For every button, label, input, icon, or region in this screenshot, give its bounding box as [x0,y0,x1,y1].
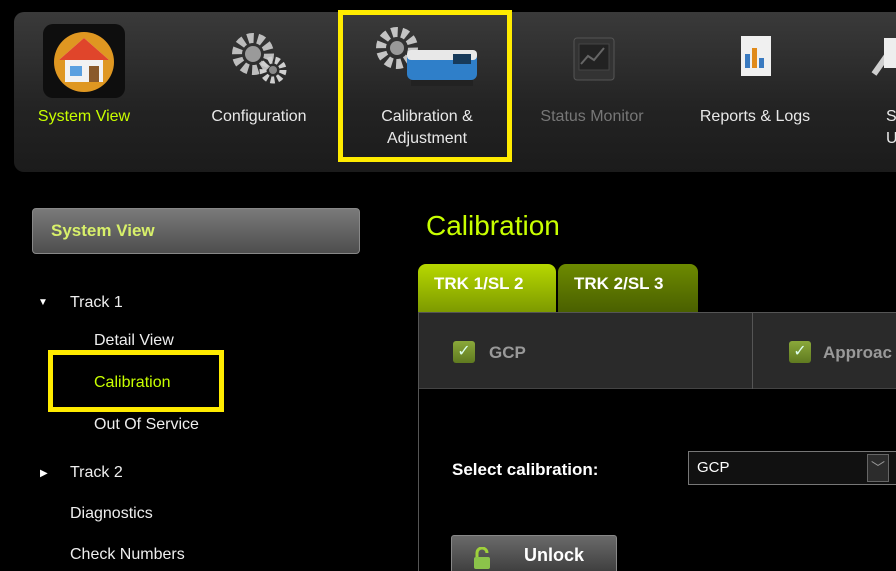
toolbar-label: Status Monitor [540,108,644,125]
page-title: Calibration [426,210,560,241]
toolbar-label: Reports & Logs [699,108,811,125]
unlock-label: Unlock [524,545,585,565]
toolbar-software-update[interactable]: Sof Up [844,12,896,172]
calibration-select[interactable]: GCP ﹀ [688,451,896,485]
gcp-checkbox[interactable]: ✓ [453,341,475,363]
tree-item-track-1[interactable]: Track 1 [70,294,123,312]
toolbar-label: Sof Up [886,108,896,147]
tree-item-track-2[interactable]: Track 2 [70,464,123,482]
chevron-down-icon[interactable]: ﹀ [867,454,889,482]
wrench-icon [864,24,896,92]
toolbar-system-view[interactable]: System View [14,12,154,172]
lock-icon [472,544,492,569]
select-calibration-label: Select calibration: [452,460,599,479]
unlock-button[interactable]: Unlock [451,535,617,571]
monitor-icon [552,24,632,92]
approach-checkbox-label: Approac [823,343,892,362]
expanded-arrow-icon[interactable]: ▼ [38,297,48,308]
gears-icon [219,24,299,92]
report-icon [715,24,795,92]
approach-checkbox[interactable]: ✓ [789,341,811,363]
system-view-button[interactable]: System View [32,208,360,254]
divider [752,313,753,389]
calibration-panel: ✓ GCP ✓ Approac [418,312,896,571]
tree-item-check-numbers[interactable]: Check Numbers [70,546,185,564]
tree-item-out-of-service[interactable]: Out Of Service [94,416,199,434]
tab-trk2-sl3[interactable]: TRK 2/SL 3 [558,264,698,312]
collapsed-arrow-icon[interactable]: ▶ [40,468,48,479]
highlight-box-calibration-nav [48,350,224,412]
tab-trk1-sl2[interactable]: TRK 1/SL 2 [418,264,556,312]
tree-item-detail-view[interactable]: Detail View [94,332,174,350]
check-row: ✓ GCP ✓ Approac [419,313,896,389]
gcp-checkbox-label: GCP [489,343,526,362]
calibration-select-value: GCP [697,459,730,476]
toolbar-label: Configuration [211,108,307,125]
toolbar-status-monitor[interactable]: Status Monitor [522,12,662,172]
toolbar-reports-logs[interactable]: Reports & Logs [684,12,826,172]
toolbar-label: System View [37,108,131,125]
highlight-box-calibration-tool [338,10,512,162]
toolbar-configuration[interactable]: Configuration [184,12,334,172]
tree-item-diagnostics[interactable]: Diagnostics [70,505,153,523]
house-icon [43,24,125,98]
